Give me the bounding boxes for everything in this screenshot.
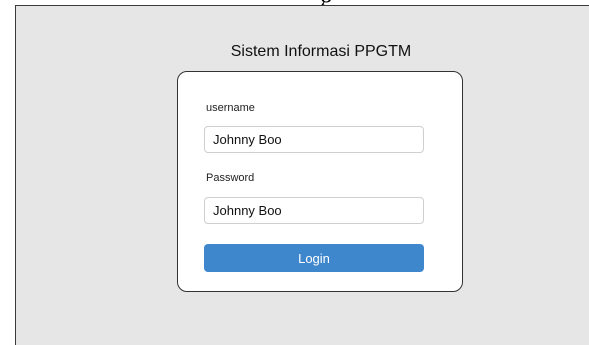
page-frame: Sistem Informasi PPGTM username Password… [15, 5, 589, 345]
login-button[interactable]: Login [204, 244, 424, 272]
username-label: username [206, 102, 255, 114]
app-title: Sistem Informasi PPGTM [230, 43, 412, 60]
password-input[interactable] [204, 197, 424, 224]
username-input[interactable] [204, 126, 424, 153]
login-card: username Password Login [177, 71, 463, 292]
password-label: Password [206, 172, 255, 184]
